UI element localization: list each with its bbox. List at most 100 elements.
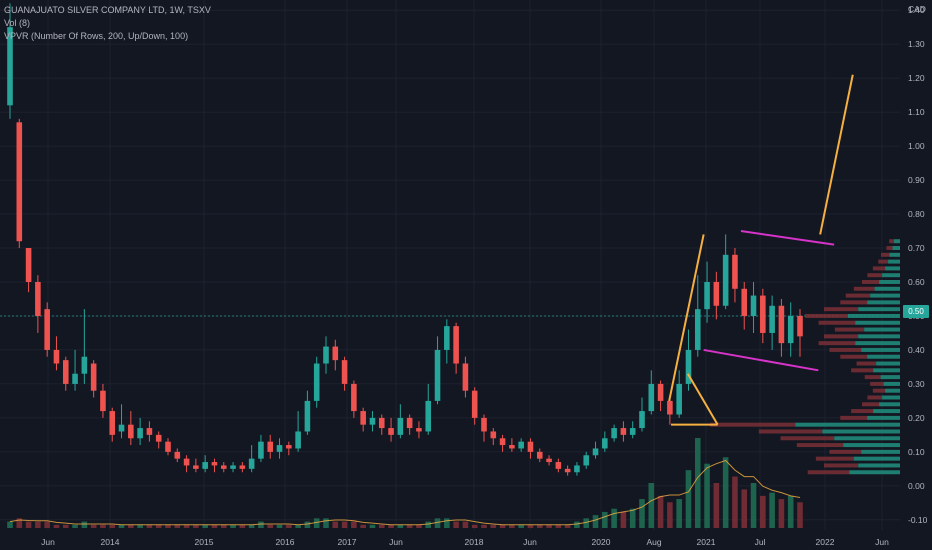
candlestick-series [7,3,803,476]
candle-body [239,465,246,469]
candle-body [90,363,97,391]
candle-body [202,462,208,469]
time-tick-label: 2017 [338,537,357,547]
vpvr-row-down [862,402,880,407]
volume-bar [462,521,469,528]
candle-body [750,295,757,316]
candle-body [53,349,60,364]
candle-body [183,458,190,466]
vpvr-row-up [894,239,900,244]
volume-bar [685,470,692,528]
price-tick-label: 0.20 [908,413,925,423]
volume-bar [639,499,645,528]
vpvr-row-down [807,470,850,475]
vpvr-row-up [853,456,900,461]
vpvr-row-down [864,375,881,380]
volume-bar [787,495,794,528]
volume-bar [369,524,376,528]
volume-bar [471,524,478,528]
vpvr-row-down [780,436,835,441]
candle-body [295,431,301,449]
candle-body [602,438,608,449]
candle-body [397,417,404,435]
vpvr-row-up [885,266,900,271]
price-tick-label: 0.40 [908,345,925,355]
vpvr-row-up [879,402,900,407]
candle-body [378,417,385,429]
candle-body [286,445,292,449]
volume-bar [592,515,599,528]
volume-bar [53,524,60,528]
candle-body [620,428,627,435]
candle-body [341,360,348,384]
time-tick-label: Jun [523,537,537,547]
vpvr-row-up [822,429,900,434]
volume-bar [81,521,88,528]
candle-body [313,363,320,401]
vpvr-row-up [889,252,900,257]
price-tick-label: 0.00 [908,481,925,491]
time-tick-label: 2022 [816,537,835,547]
vpvr-row-up [876,361,900,366]
vpvr-row-down [851,409,874,414]
price-tick-label: 0.90 [908,175,925,185]
candle-body [388,428,394,435]
volume-bar [481,524,487,528]
volume-bar [341,521,348,528]
time-axis[interactable]: Jun 2014 2015 2016 2017 Jun 2018 Jun 2020 Aug 2021… [41,537,889,547]
volume-bar [778,499,785,528]
vpvr-row-up [882,273,900,278]
vpvr-row-up [867,354,900,359]
symbol-title[interactable]: GUANAJUATO SILVER COMPANY LTD, 1W, TSXV [4,4,211,17]
vpvr-row-up [867,415,900,420]
volume-indicator-label[interactable]: Vol (8) [4,17,211,30]
volume-bar [351,521,357,528]
candle-body [35,281,41,316]
vpvr-row-up [843,443,900,448]
volume-bar [62,524,69,528]
vpvr-row-up [858,334,900,339]
vpvr-row-down [881,252,890,257]
vpvr-row-down [878,259,889,264]
price-axis[interactable]: 1.401.301.201.101.000.900.800.700.600.50… [908,5,928,525]
volume-bar [797,502,803,528]
vpvr-row-up [855,341,900,346]
volume-bar [323,518,329,528]
volume-bar [648,483,655,528]
volume-bar [44,521,50,528]
volume-bar [490,524,497,528]
volume-bar [694,438,701,528]
candle-body [555,462,562,469]
vpvr-row-up [873,409,900,414]
vpvr-row-down [818,320,856,325]
vpvr-row-down [758,429,823,434]
price-tick-label: 0.70 [908,243,925,253]
candle-body [406,417,413,429]
price-tick-label: 0.60 [908,277,925,287]
volume-bar [667,502,673,528]
candle-body [230,465,236,469]
trend-line [703,348,819,372]
vpvr-row-down [818,341,856,346]
volume-bar [732,476,738,528]
candle-body [25,248,32,282]
vpvr-indicator-label[interactable]: VPVR (Number Of Rows, 200, Up/Down, 100) [4,30,211,43]
candle-body [100,390,106,412]
vpvr-row-up [873,368,900,373]
volume-bar [286,524,292,528]
vpvr-row-down [824,463,859,468]
vpvr-row-up [883,381,900,386]
volume-bar [713,483,720,528]
price-tick-label: -0.10 [908,515,928,525]
price-tick-label: 0.10 [908,447,925,457]
candle-body [155,434,162,442]
vpvr-row-down [862,279,880,284]
candle-body [527,441,534,452]
candle-body [592,448,599,456]
volume-bar [276,524,283,528]
time-tick-label: 2020 [592,537,611,547]
time-tick-label: 2015 [195,537,214,547]
price-chart[interactable]: 1.401.301.201.101.000.900.800.700.600.50… [0,0,932,550]
vpvr-row-down [796,443,844,448]
candle-body [713,281,720,306]
